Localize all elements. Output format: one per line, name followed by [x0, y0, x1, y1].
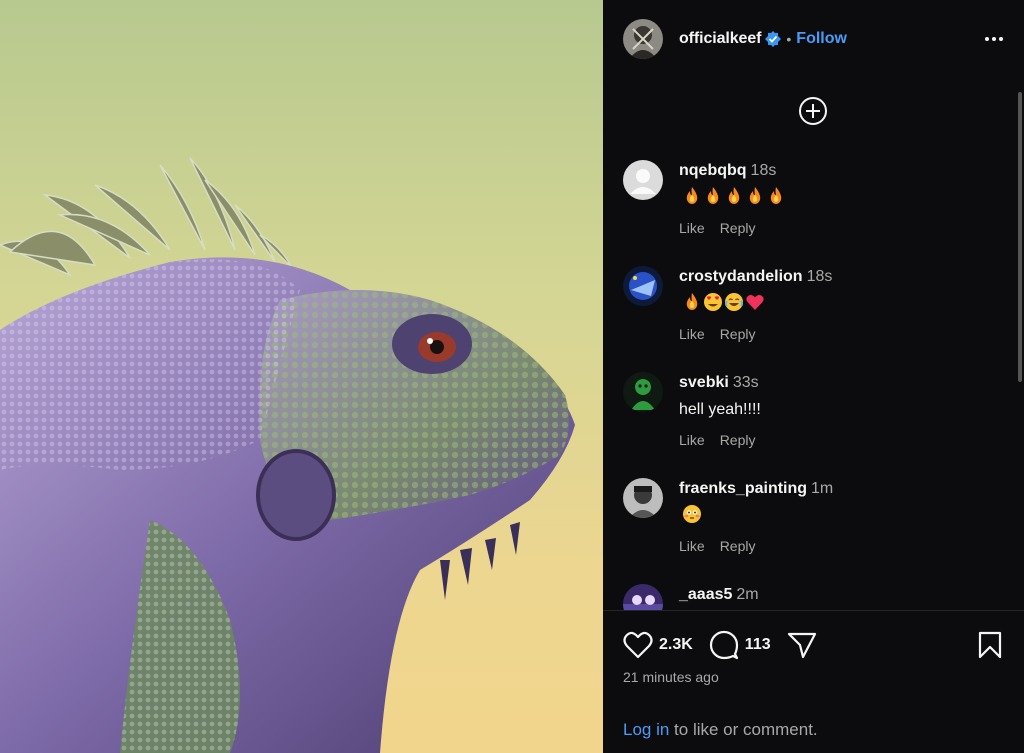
comment-time: 18s	[806, 268, 833, 285]
post-image[interactable]	[0, 0, 603, 753]
fire-emoji-icon	[745, 186, 766, 206]
comment-item: crostydandelion 18s Like Reply	[623, 266, 1003, 356]
comment-time: 1m	[811, 480, 834, 497]
login-prompt-text: to like or comment.	[669, 720, 818, 739]
comment-avatar[interactable]	[623, 372, 663, 412]
comment-like-button[interactable]: Like	[679, 326, 705, 342]
heart-icon	[623, 631, 653, 659]
comment-username[interactable]: svebki	[679, 374, 729, 391]
fire-emoji-icon	[724, 186, 745, 206]
comment-text	[679, 186, 787, 211]
comment-reply-button[interactable]: Reply	[720, 432, 756, 448]
comment-like-button[interactable]: Like	[679, 538, 705, 554]
comment-text	[679, 504, 833, 529]
actions-divider	[603, 610, 1024, 611]
fire-emoji-icon	[682, 292, 703, 312]
heart-eyes-emoji-icon	[703, 292, 724, 312]
post-timestamp: 21 minutes ago	[623, 669, 719, 685]
verified-badge-icon	[765, 31, 782, 47]
comment-bubble-icon	[709, 630, 738, 660]
comment-text: hell yeah!!!!	[679, 401, 761, 418]
comment-text	[679, 292, 832, 317]
comment-username[interactable]: crostydandelion	[679, 268, 803, 285]
comment-reply-button[interactable]: Reply	[720, 326, 756, 342]
comment-item: nqebqbq 18s Like Reply	[623, 160, 1003, 250]
follow-button[interactable]: Follow	[796, 30, 847, 48]
paper-plane-icon	[787, 632, 816, 659]
comment-reply-button[interactable]: Reply	[720, 538, 756, 554]
comment-avatar[interactable]	[623, 584, 663, 610]
post-header: officialkeef • Follow	[603, 0, 1024, 78]
comments-scrollbar[interactable]	[1018, 92, 1022, 382]
login-prompt: Log in to like or comment.	[623, 720, 818, 740]
flushed-emoji-icon	[682, 504, 703, 524]
author-username[interactable]: officialkeef	[679, 30, 761, 48]
comment-like-button[interactable]: Like	[679, 220, 705, 236]
bookmark-icon	[978, 631, 1002, 659]
iguana-illustration	[0, 157, 575, 753]
post-actions-bar: 2.3K 113	[623, 628, 1013, 662]
more-options-icon[interactable]	[982, 27, 1006, 51]
comment-username[interactable]: _aaas5	[679, 586, 732, 603]
likes-count: 2.3K	[659, 636, 693, 653]
joy-emoji-icon	[724, 292, 745, 312]
comment-emojis	[682, 504, 703, 529]
comment-button[interactable]: 113	[709, 630, 771, 660]
comment-emojis	[682, 292, 766, 317]
share-button[interactable]	[787, 630, 817, 660]
fire-emoji-icon	[703, 186, 724, 206]
comment-time: 33s	[732, 374, 759, 391]
login-link[interactable]: Log in	[623, 720, 669, 739]
save-button[interactable]	[977, 631, 1003, 664]
load-more-comments-icon[interactable]	[798, 96, 828, 126]
fire-emoji-icon	[682, 186, 703, 206]
comment-reply-button[interactable]: Reply	[720, 220, 756, 236]
comment-item: _aaas5 2m	[623, 584, 1003, 610]
comment-like-button[interactable]: Like	[679, 432, 705, 448]
comment-avatar[interactable]	[623, 266, 663, 306]
comment-avatar[interactable]	[623, 160, 663, 200]
comment-username[interactable]: nqebqbq	[679, 162, 747, 179]
fire-emoji-icon	[766, 186, 787, 206]
comment-time: 18s	[750, 162, 777, 179]
like-button[interactable]: 2.3K	[623, 631, 693, 659]
comment-avatar[interactable]	[623, 478, 663, 518]
comments-list[interactable]: nqebqbq 18s Like Reply crostydandelion 1…	[603, 150, 1024, 610]
post-side-panel: officialkeef • Follow nqebqbq 18s Like R…	[603, 0, 1024, 753]
separator-dot: •	[786, 31, 792, 47]
comment-item: svebki 33s hell yeah!!!! Like Reply	[623, 372, 1003, 462]
comments-count: 113	[744, 636, 771, 653]
heart-emoji-icon	[745, 292, 766, 312]
comment-time: 2m	[736, 586, 759, 603]
comment-item: fraenks_painting 1m Like Reply	[623, 478, 1003, 568]
author-avatar[interactable]	[623, 19, 663, 59]
comment-username[interactable]: fraenks_painting	[679, 480, 807, 497]
comment-emojis	[682, 186, 787, 211]
